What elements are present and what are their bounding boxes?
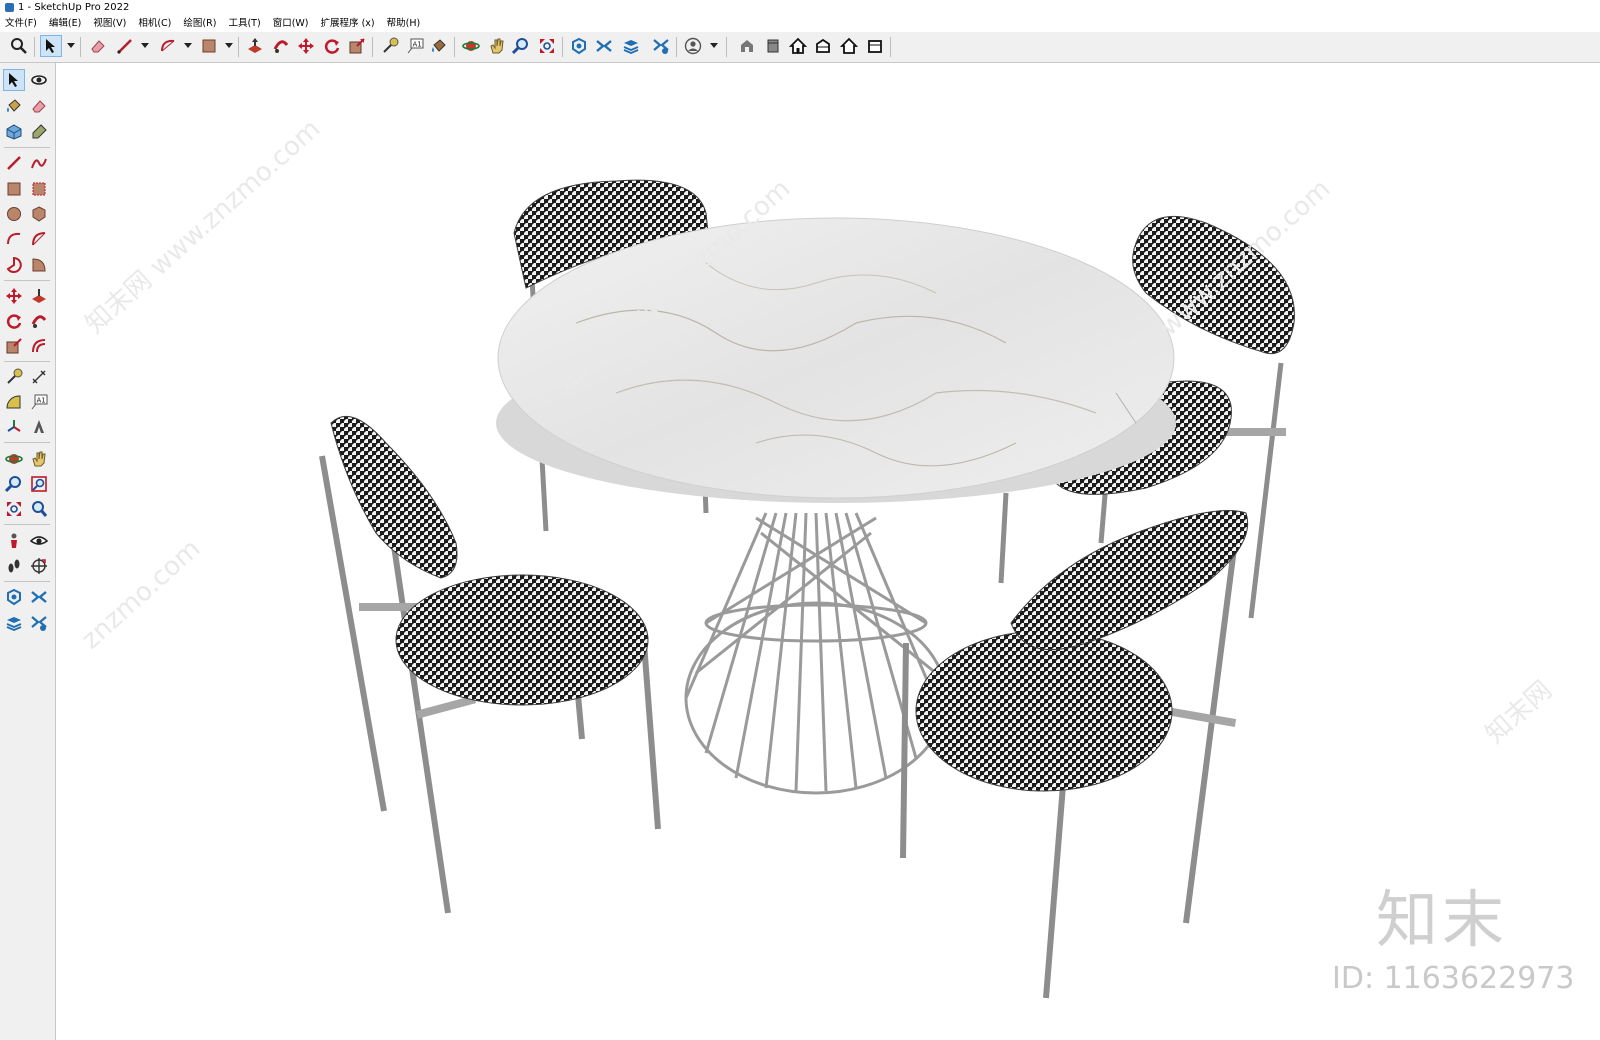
warehouse-icon[interactable] [3, 586, 25, 608]
warehouse-icon[interactable] [568, 35, 590, 57]
model-scene [319, 179, 1295, 999]
tape-measure-icon[interactable] [3, 366, 25, 388]
rotated-rectangle-icon[interactable] [28, 178, 50, 200]
menu-bar: 文件(F) 编辑(E) 视图(V) 相机(C) 绘图(R) 工具(T) 窗口(W… [0, 16, 1600, 32]
account-icon[interactable] [682, 35, 704, 57]
back-view-icon[interactable] [838, 35, 860, 57]
text-icon[interactable]: A1 [404, 35, 426, 57]
sketchup-icon [5, 3, 14, 12]
extension-manager-icon[interactable] [650, 35, 672, 57]
rectangle-icon[interactable] [198, 35, 220, 57]
follow-me-icon[interactable] [28, 310, 50, 332]
menu-camera[interactable]: 相机(C) [133, 16, 175, 32]
follow-me-icon[interactable] [270, 35, 292, 57]
push-pull-icon[interactable] [28, 285, 50, 307]
pie-icon[interactable] [3, 254, 25, 276]
offset-icon[interactable] [28, 335, 50, 357]
large-tool-set: A1 [0, 63, 56, 1040]
menu-extensions[interactable]: 扩展程序 (x) [316, 16, 379, 32]
line-dropdown-icon[interactable] [141, 43, 149, 48]
brand-logo: 知末 [1376, 883, 1509, 956]
arc-icon[interactable] [3, 228, 25, 250]
paint-bucket-icon[interactable] [3, 95, 25, 117]
line-icon[interactable] [114, 35, 136, 57]
zoom-window-icon[interactable] [28, 473, 50, 495]
position-camera-icon[interactable] [3, 530, 25, 552]
rotate-icon[interactable] [321, 35, 343, 57]
extension-manager-icon[interactable] [28, 612, 50, 634]
iso-view-icon[interactable] [736, 35, 758, 57]
menu-tools[interactable]: 工具(T) [223, 16, 264, 32]
look-around-icon[interactable] [28, 530, 50, 552]
protractor-icon[interactable] [3, 391, 25, 413]
zoom-extents-icon[interactable] [3, 498, 25, 520]
zoom-icon[interactable] [3, 473, 25, 495]
rectangle-dropdown-icon[interactable] [225, 43, 233, 48]
3d-text-icon[interactable] [28, 416, 50, 438]
asset-id: ID: 1163622973 [1332, 961, 1575, 996]
line-icon[interactable] [3, 152, 25, 174]
chair-front-right [900, 510, 1249, 999]
right-view-icon[interactable] [812, 35, 834, 57]
select-dropdown-icon[interactable] [67, 43, 75, 48]
orbit-icon[interactable] [3, 448, 25, 470]
zoom-extents-icon[interactable] [536, 35, 558, 57]
eraser-icon[interactable] [87, 35, 109, 57]
menu-window[interactable]: 窗口(W) [268, 16, 313, 32]
previous-view-icon[interactable] [28, 498, 50, 520]
dimension-icon[interactable] [28, 366, 50, 388]
pan-icon[interactable] [486, 35, 508, 57]
layout-icon[interactable] [3, 612, 25, 634]
search-icon[interactable] [8, 35, 30, 57]
move-icon[interactable] [3, 285, 25, 307]
select-icon[interactable] [40, 35, 62, 57]
eraser-icon[interactable] [28, 95, 50, 117]
tag-icon[interactable] [28, 121, 50, 143]
axes-icon[interactable] [3, 416, 25, 438]
menu-help[interactable]: 帮助(H) [382, 16, 425, 32]
freehand-icon[interactable] [28, 152, 50, 174]
front-view-icon[interactable] [787, 35, 809, 57]
scale-icon[interactable] [3, 335, 25, 357]
arc-icon[interactable] [157, 35, 179, 57]
orbit-icon[interactable] [460, 35, 482, 57]
rotate-icon[interactable] [3, 310, 25, 332]
move-icon[interactable] [295, 35, 317, 57]
window-title: 1 - SketchUp Pro 2022 [18, 2, 130, 13]
section-plane-icon[interactable] [28, 555, 50, 577]
layout-icon[interactable] [620, 35, 642, 57]
polygon-icon[interactable] [28, 203, 50, 225]
three-point-arc-icon[interactable] [28, 254, 50, 276]
circle-icon[interactable] [3, 203, 25, 225]
chair-front-left [319, 415, 661, 914]
text-icon[interactable]: A1 [28, 391, 50, 413]
pan-icon[interactable] [28, 448, 50, 470]
menu-draw[interactable]: 绘图(R) [178, 16, 220, 32]
top-view-icon[interactable] [762, 35, 784, 57]
arc-dropdown-icon[interactable] [184, 43, 192, 48]
scale-icon[interactable] [346, 35, 368, 57]
svg-text:A1: A1 [413, 41, 422, 49]
account-dropdown-icon[interactable] [710, 43, 718, 48]
select-icon[interactable] [3, 69, 25, 91]
zoom-icon[interactable] [510, 35, 532, 57]
tape-measure-icon[interactable] [379, 35, 401, 57]
rectangle-icon[interactable] [3, 178, 25, 200]
title-bar: 1 - SketchUp Pro 2022 [0, 0, 1600, 16]
menu-view[interactable]: 视图(V) [88, 16, 130, 32]
menu-file[interactable]: 文件(F) [0, 16, 41, 32]
push-pull-icon[interactable] [244, 35, 266, 57]
paint-bucket-icon[interactable] [428, 35, 450, 57]
extension-warehouse-icon[interactable] [28, 586, 50, 608]
model-viewport[interactable]: 知末网 www.znzmo.com 知末网 www.znzmo.com 知末网 … [56, 63, 1600, 1040]
svg-text:A1: A1 [37, 397, 46, 405]
extension-warehouse-icon[interactable] [593, 35, 615, 57]
main-toolbar: A1 [0, 32, 1600, 63]
walk-icon[interactable] [3, 555, 25, 577]
menu-edit[interactable]: 编辑(E) [44, 16, 85, 32]
two-point-arc-icon[interactable] [28, 228, 50, 250]
left-view-icon[interactable] [864, 35, 886, 57]
orbit-icon[interactable] [28, 69, 50, 91]
component-icon[interactable] [3, 121, 25, 143]
